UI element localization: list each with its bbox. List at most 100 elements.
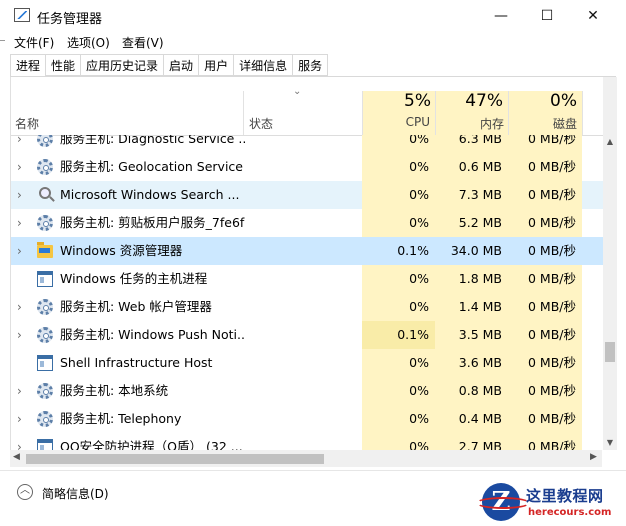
expand-chevron-icon[interactable]: › [17,433,22,450]
process-cpu: 0% [409,383,429,398]
table-row[interactable]: Shell Infrastructure Host 0% 3.6 MB 0 MB/秒 [11,349,603,377]
process-name: Microsoft Windows Search ... [60,187,240,202]
gear-icon [37,383,53,399]
process-disk: 0 MB/秒 [528,271,576,286]
horizontal-scroll-thumb[interactable] [26,454,324,464]
process-name: QQ安全防护进程（Q盾） (32 ... [60,439,243,450]
process-disk: 0 MB/秒 [528,243,576,258]
process-cpu: 0% [409,299,429,314]
column-separator [508,91,509,135]
process-name: 服务主机: Windows Push Noti... [60,327,245,342]
process-disk: 0 MB/秒 [528,355,576,370]
expand-chevron-icon[interactable]: › [17,377,22,405]
process-name: Windows 资源管理器 [60,243,183,258]
process-name: 服务主机: 剪贴板用户服务_7fe6f [60,215,245,230]
table-row[interactable]: › Microsoft Windows Search ... 0% 7.3 MB 0 M… [11,181,603,209]
expand-chevron-icon[interactable]: › [17,293,22,321]
process-name: 服务主机: Geolocation Service [60,159,243,174]
expand-chevron-icon[interactable]: › [17,405,22,433]
process-name: 服务主机: Web 帐户管理器 [60,299,212,314]
scroll-up-icon[interactable]: ▲ [603,137,617,146]
tab-startup[interactable]: 启动 [164,54,200,76]
vertical-scrollbar[interactable]: ▲ ▼ [603,77,617,450]
window-icon [37,439,53,450]
process-disk: 0 MB/秒 [528,411,576,426]
column-memory[interactable]: 内存 [444,115,504,132]
process-cpu: 0% [409,159,429,174]
gear-icon [37,135,53,147]
process-memory: 1.8 MB [458,271,502,286]
fewer-details-button[interactable]: 简略信息(D) [42,485,109,502]
column-status[interactable]: 状态 [249,115,273,132]
search-person-icon [39,187,51,199]
cpu-total-percent[interactable]: 5% [371,91,431,111]
process-disk: 0 MB/秒 [528,159,576,174]
tab-processes[interactable]: 进程 [10,54,47,77]
process-memory: 5.2 MB [458,215,502,230]
table-row[interactable]: › 服务主机: Telephony 0% 0.4 MB 0 MB/秒 [11,405,603,433]
task-manager-app-icon [14,8,30,22]
process-memory: 0.4 MB [458,411,502,426]
expand-chevron-icon[interactable]: › [17,181,22,209]
watermark-logo: Z [476,483,530,521]
process-name: 服务主机: Diagnostic Service ... [60,135,245,146]
memory-total-percent[interactable]: 47% [443,91,503,111]
table-row[interactable]: › 服务主机: 本地系统 0% 0.8 MB 0 MB/秒 [11,377,603,405]
chevron-up-icon[interactable]: ︿ [17,484,33,500]
table-row[interactable]: Windows 任务的主机进程 0% 1.8 MB 0 MB/秒 [11,265,603,293]
menu-options[interactable]: 选项(O) [67,34,110,51]
expand-chevron-icon[interactable]: › [17,237,22,265]
process-disk: 0 MB/秒 [528,299,576,314]
process-name: 服务主机: Telephony [60,411,182,426]
table-row[interactable]: › 服务主机: Windows Push Noti... 0.1% 3.5 MB 0 M… [11,321,603,349]
process-cpu: 0.1% [397,327,429,342]
tab-app-history[interactable]: 应用历史记录 [81,54,165,76]
process-memory: 3.5 MB [458,327,502,342]
watermark-url: herecours.com [528,507,612,518]
column-name[interactable]: 名称 [15,115,39,132]
process-name: 服务主机: 本地系统 [60,383,169,398]
column-disk[interactable]: 磁盘 [517,115,577,132]
menu-view[interactable]: 查看(V) [122,34,164,51]
gear-icon [37,159,53,175]
process-cpu: 0.1% [397,243,429,258]
menu-bar: 文件(F) 选项(O) 查看(V) [0,31,626,53]
maximize-button[interactable]: ☐ [524,0,570,31]
column-separator [582,91,583,135]
scroll-down-icon[interactable]: ▼ [603,438,617,447]
tab-services[interactable]: 服务 [293,54,329,76]
table-row[interactable]: › 服务主机: Web 帐户管理器 0% 1.4 MB 0 MB/秒 [11,293,603,321]
table-row[interactable]: › Windows 资源管理器 0.1% 34.0 MB 0 MB/秒 [11,237,603,265]
tab-strip: 进程 性能 应用历史记录 启动 用户 详细信息 服务 [10,54,329,77]
menu-file[interactable]: 文件(F) [14,34,54,51]
process-disk: 0 MB/秒 [528,135,576,146]
gear-icon [37,411,53,427]
scroll-right-icon[interactable]: ▶ [590,452,597,462]
expand-chevron-icon[interactable]: › [17,321,22,349]
minimize-button[interactable]: — [478,0,524,31]
table-row[interactable]: › 服务主机: 剪贴板用户服务_7fe6f 0% 5.2 MB 0 MB/秒 [11,209,603,237]
process-memory: 3.6 MB [458,355,502,370]
scroll-left-icon[interactable]: ◀ [13,452,20,462]
table-row[interactable]: › 服务主机: Diagnostic Service ... 0% 6.3 MB 0 M… [11,135,603,153]
horizontal-scrollbar[interactable]: ◀ ▶ [10,450,602,467]
tab-details[interactable]: 详细信息 [234,54,294,76]
tab-users[interactable]: 用户 [199,54,235,76]
tab-performance[interactable]: 性能 [46,54,82,76]
column-separator [243,91,244,135]
expand-chevron-icon[interactable]: › [17,209,22,237]
sort-down-icon[interactable]: ⌄ [293,86,301,97]
table-row[interactable]: › 服务主机: Geolocation Service 0% 0.6 MB 0 MB/秒 [11,153,603,181]
disk-total-percent[interactable]: 0% [517,91,577,111]
close-button[interactable]: ✕ [570,0,616,31]
process-memory: 6.3 MB [458,135,502,146]
table-row[interactable]: › QQ安全防护进程（Q盾） (32 ... 0% 2.7 MB 0 MB/秒 [11,433,603,450]
column-separator [435,91,436,135]
window-icon [37,355,53,371]
expand-chevron-icon[interactable]: › [17,135,22,153]
column-cpu[interactable]: CPU [370,115,430,129]
process-table: ⌄ 名称 状态 5% CPU 47% 内存 0% 磁盘 › 服务主机: Diagn… [10,77,617,450]
vertical-scroll-thumb[interactable] [605,342,615,362]
expand-chevron-icon[interactable]: › [17,153,22,181]
process-memory: 34.0 MB [450,243,502,258]
